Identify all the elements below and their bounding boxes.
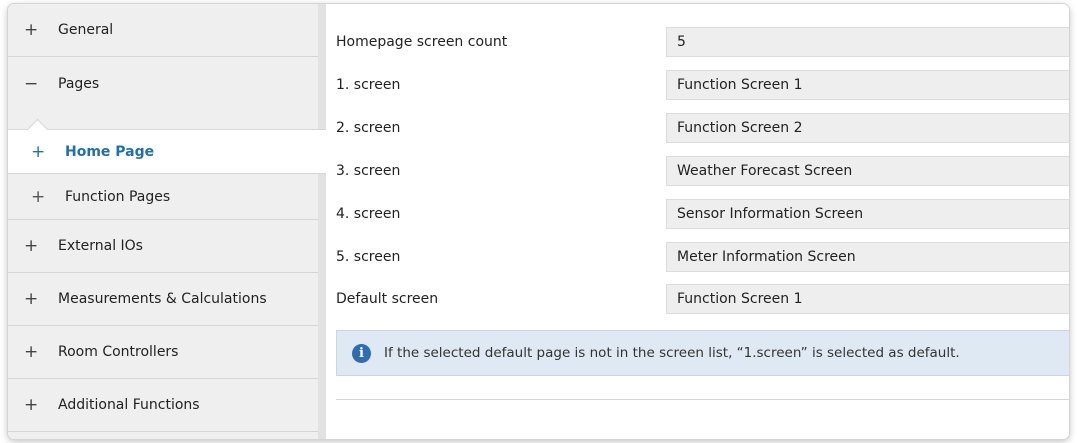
sidebar-item-label: Function Pages bbox=[65, 188, 171, 205]
sidebar-item-general[interactable]: + General bbox=[8, 4, 318, 57]
expand-icon: + bbox=[24, 20, 39, 40]
screen-1-dropdown[interactable]: Function Screen 1 bbox=[666, 70, 1069, 100]
dropdown-value: Sensor Information Screen bbox=[677, 206, 864, 222]
setting-label: 2. screen bbox=[336, 120, 401, 136]
expand-icon: + bbox=[24, 342, 39, 362]
sidebar-item-label: Additional Functions bbox=[58, 397, 200, 413]
sidebar-subitem-function-pages[interactable]: + Function Pages bbox=[8, 174, 318, 220]
setting-row-screen-4: 4. screen Sensor Information Screen bbox=[326, 199, 1069, 229]
expand-icon: + bbox=[31, 186, 46, 207]
screen-3-dropdown[interactable]: Weather Forecast Screen bbox=[666, 156, 1069, 186]
setting-row-screen-count: Homepage screen count 5 bbox=[326, 27, 1069, 57]
sidebar-item-label: Measurements & Calculations bbox=[58, 291, 267, 307]
app-window: + General − Pages + Home Page + Function… bbox=[8, 4, 1069, 439]
setting-row-screen-3: 3. screen Weather Forecast Screen bbox=[326, 156, 1069, 186]
screen-count-dropdown[interactable]: 5 bbox=[666, 27, 1069, 57]
setting-label: Homepage screen count bbox=[336, 34, 508, 50]
setting-row-screen-2: 2. screen Function Screen 2 bbox=[326, 113, 1069, 143]
info-icon: i bbox=[352, 343, 371, 363]
setting-label: 4. screen bbox=[336, 206, 401, 222]
setting-row-screen-1: 1. screen Function Screen 1 bbox=[326, 70, 1069, 100]
sidebar-item-label: Home Page bbox=[65, 143, 155, 160]
info-banner: i If the selected default page is not in… bbox=[336, 330, 1069, 376]
collapse-icon: − bbox=[24, 73, 39, 94]
expand-icon: + bbox=[24, 289, 39, 309]
dropdown-value: 5 bbox=[677, 34, 686, 50]
dropdown-value: Function Screen 2 bbox=[677, 120, 803, 136]
info-message: If the selected default page is not in t… bbox=[384, 345, 960, 361]
default-screen-dropdown[interactable]: Function Screen 1 bbox=[666, 284, 1069, 314]
setting-row-screen-5: 5. screen Meter Information Screen bbox=[326, 242, 1069, 272]
sidebar-item-measurements[interactable]: + Measurements & Calculations bbox=[8, 273, 318, 326]
sidebar-subitem-home-page[interactable]: + Home Page bbox=[8, 118, 326, 174]
sidebar-item-label: Room Controllers bbox=[58, 344, 179, 360]
setting-label: 3. screen bbox=[336, 163, 401, 179]
expand-icon: + bbox=[31, 141, 46, 162]
settings-panel: Homepage screen count 5 1. screen Functi… bbox=[326, 4, 1069, 439]
dropdown-value: Meter Information Screen bbox=[677, 249, 856, 265]
sidebar-item-room-controllers[interactable]: + Room Controllers bbox=[8, 326, 318, 379]
sidebar-item-external-ios[interactable]: + External IOs bbox=[8, 220, 318, 273]
setting-label: Default screen bbox=[336, 291, 439, 307]
expand-icon: + bbox=[24, 395, 39, 415]
setting-label: 5. screen bbox=[336, 249, 401, 265]
sidebar-item-label: General bbox=[58, 22, 114, 38]
dropdown-value: Function Screen 1 bbox=[677, 291, 803, 307]
screen-4-dropdown[interactable]: Sensor Information Screen bbox=[666, 199, 1069, 229]
expand-icon: + bbox=[24, 236, 39, 256]
sidebar-item-label: Pages bbox=[58, 75, 100, 92]
setting-label: 1. screen bbox=[336, 77, 401, 93]
sidebar: + General − Pages + Home Page + Function… bbox=[8, 4, 326, 439]
setting-row-default-screen: Default screen Function Screen 1 bbox=[326, 284, 1069, 314]
dropdown-value: Function Screen 1 bbox=[677, 77, 803, 93]
screen-2-dropdown[interactable]: Function Screen 2 bbox=[666, 113, 1069, 143]
sidebar-item-additional-functions[interactable]: + Additional Functions bbox=[8, 379, 318, 432]
dropdown-value: Weather Forecast Screen bbox=[677, 163, 853, 179]
sidebar-item-label: External IOs bbox=[58, 238, 143, 254]
sidebar-item-pages[interactable]: − Pages bbox=[8, 57, 318, 110]
selection-pointer bbox=[26, 118, 49, 141]
divider bbox=[336, 399, 1069, 400]
screen-5-dropdown[interactable]: Meter Information Screen bbox=[666, 242, 1069, 272]
